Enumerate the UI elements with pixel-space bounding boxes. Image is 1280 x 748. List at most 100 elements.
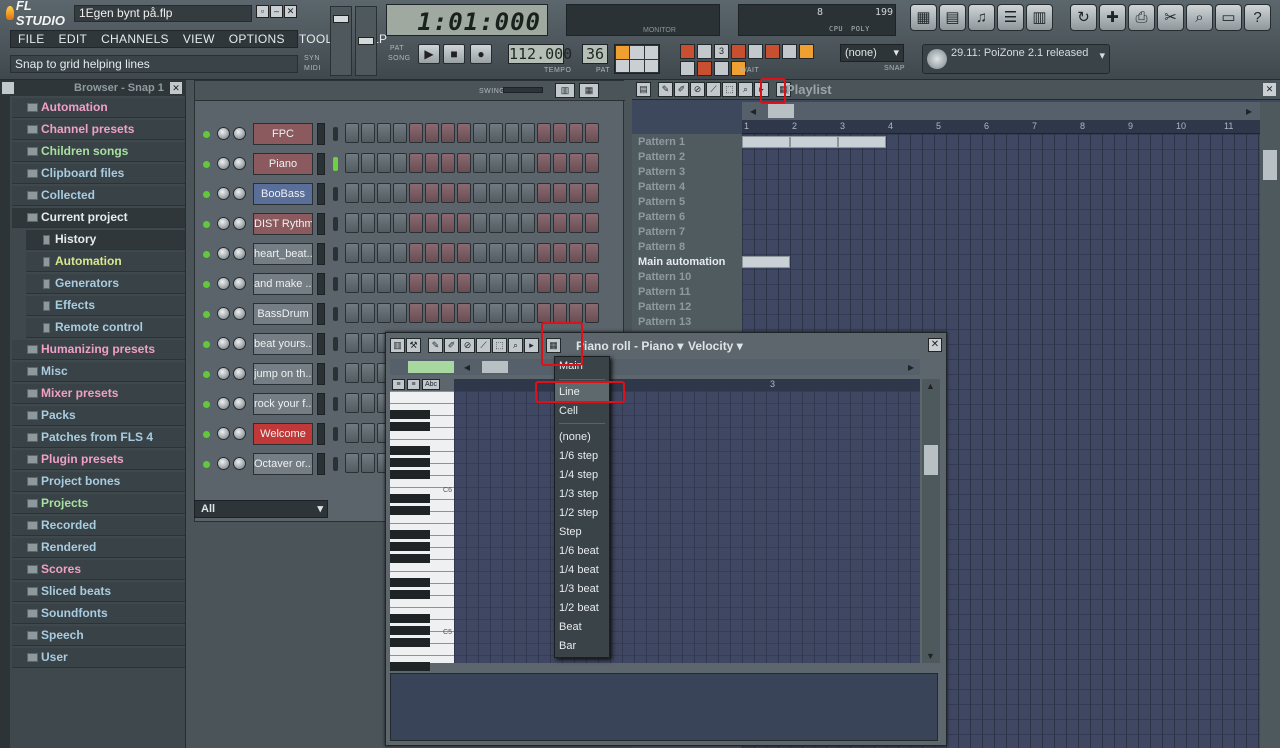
step-button[interactable] <box>393 243 407 263</box>
snap-menu-item[interactable]: 1/4 step <box>555 466 609 485</box>
browser-item[interactable]: Misc <box>12 362 185 382</box>
step-button[interactable] <box>537 303 551 323</box>
step-button[interactable] <box>457 243 471 263</box>
piano-roll-icon[interactable]: ♫ <box>968 4 995 31</box>
step-button[interactable] <box>361 303 375 323</box>
step-button[interactable] <box>553 273 567 293</box>
step-button[interactable] <box>377 213 391 233</box>
step-button[interactable] <box>457 183 471 203</box>
menu-edit[interactable]: EDIT <box>52 31 95 47</box>
snap-menu-item[interactable]: Bar <box>555 637 609 656</box>
snap-menu-item[interactable]: Step <box>555 523 609 542</box>
scroll-down-icon[interactable]: ▼ <box>926 651 935 661</box>
step-button[interactable] <box>345 153 359 173</box>
typing-keyboard-icon[interactable] <box>748 44 763 59</box>
pan-knob[interactable] <box>217 157 230 170</box>
song-mode-label[interactable]: SONG <box>388 55 411 62</box>
pattern-display[interactable]: 36 <box>582 44 608 64</box>
menu-options[interactable]: OPTIONS <box>222 31 292 47</box>
step-button[interactable] <box>425 183 439 203</box>
step-button[interactable] <box>393 123 407 143</box>
search-icon[interactable]: ⌕ <box>1186 4 1213 31</box>
step-button[interactable] <box>345 333 359 353</box>
swing-slider[interactable] <box>503 87 543 93</box>
channel-mute-led[interactable] <box>203 221 210 228</box>
step-button[interactable] <box>345 183 359 203</box>
step-edit-icon[interactable] <box>697 44 712 59</box>
step-button[interactable] <box>505 183 519 203</box>
pattern-track-name[interactable]: Pattern 13 <box>638 316 691 328</box>
channel-mute-led[interactable] <box>203 311 210 318</box>
browser-item[interactable]: Soundfonts <box>12 604 185 624</box>
step-button[interactable] <box>553 123 567 143</box>
piano-roll-ruler[interactable]: 23 <box>454 379 920 391</box>
channel-select-led[interactable] <box>333 247 338 261</box>
step-button[interactable] <box>585 213 599 233</box>
step-button[interactable] <box>361 393 375 413</box>
channel-select-led[interactable] <box>333 427 338 441</box>
pan-knob[interactable] <box>217 277 230 290</box>
channel-select-led[interactable] <box>333 397 338 411</box>
step-button[interactable] <box>409 183 423 203</box>
step-button[interactable] <box>345 213 359 233</box>
restore-button[interactable]: ▫ <box>256 5 269 18</box>
snap-menu-item[interactable]: 1/6 beat <box>555 542 609 561</box>
step-button[interactable] <box>489 183 503 203</box>
step-button[interactable] <box>569 273 583 293</box>
step-button[interactable] <box>569 123 583 143</box>
pattern-track-name[interactable]: Pattern 2 <box>638 151 685 163</box>
volume-knob[interactable] <box>233 307 246 320</box>
pat-mode-label[interactable]: PAT <box>390 45 404 52</box>
channel-button[interactable]: rock your f... <box>253 393 313 415</box>
step-button[interactable] <box>489 303 503 323</box>
channel-mute-led[interactable] <box>203 131 210 138</box>
step-button[interactable] <box>569 303 583 323</box>
step-button[interactable] <box>425 273 439 293</box>
snap-menu-item[interactable]: Cell <box>555 402 609 421</box>
channel-button[interactable]: and make ... <box>253 273 313 295</box>
master-volume-slider[interactable] <box>330 6 352 76</box>
save-icon[interactable]: ⎙ <box>1128 4 1155 31</box>
pan-knob[interactable] <box>217 457 230 470</box>
pattern-clip[interactable] <box>790 136 838 148</box>
volume-knob[interactable] <box>233 217 246 230</box>
channel-button[interactable]: FPC <box>253 123 313 145</box>
browser-item[interactable]: Sliced beats <box>12 582 185 602</box>
close-icon[interactable]: ✕ <box>1263 83 1276 96</box>
metronome-icon[interactable] <box>680 44 695 59</box>
channel-button[interactable]: Octaver or... <box>253 453 313 475</box>
step-button[interactable] <box>569 213 583 233</box>
step-button[interactable] <box>473 153 487 173</box>
overdub-icon[interactable] <box>799 44 814 59</box>
scroll-right-icon[interactable]: ▸ <box>908 360 914 374</box>
step-button[interactable] <box>425 243 439 263</box>
browser-item[interactable]: User <box>12 648 185 668</box>
step-button[interactable] <box>457 123 471 143</box>
browser-item[interactable]: Generators <box>26 274 185 294</box>
step-button[interactable] <box>377 183 391 203</box>
zoom-icon[interactable]: ⌕ <box>508 338 523 353</box>
step-button[interactable] <box>569 153 583 173</box>
help-icon[interactable]: ? <box>1244 4 1271 31</box>
close-button[interactable]: ✕ <box>284 5 297 18</box>
browser-item[interactable]: Rendered <box>12 538 185 558</box>
channel-mute-led[interactable] <box>203 251 210 258</box>
event-target-select[interactable]: Velocity ▾ <box>688 339 743 353</box>
pencil-icon[interactable]: ✎ <box>658 82 673 97</box>
pattern-track-name[interactable]: Pattern 11 <box>638 286 691 298</box>
step-button[interactable] <box>409 123 423 143</box>
stop-button[interactable]: ■ <box>443 44 465 64</box>
browser-item[interactable]: Channel presets <box>12 120 185 140</box>
black-key[interactable] <box>390 662 430 671</box>
delete-icon[interactable]: ⊘ <box>690 82 705 97</box>
close-icon[interactable]: ✕ <box>170 82 182 94</box>
step-button[interactable] <box>505 153 519 173</box>
browser-item[interactable]: Patches from FLS 4 <box>12 428 185 448</box>
black-key[interactable] <box>390 614 430 623</box>
countdown-icon[interactable]: 3 <box>714 44 729 59</box>
slice-icon[interactable]: ⟋ <box>476 338 491 353</box>
volume-knob[interactable] <box>233 397 246 410</box>
step-button[interactable] <box>441 303 455 323</box>
snap-menu-item[interactable]: 1/6 step <box>555 447 609 466</box>
step-button[interactable] <box>409 243 423 263</box>
